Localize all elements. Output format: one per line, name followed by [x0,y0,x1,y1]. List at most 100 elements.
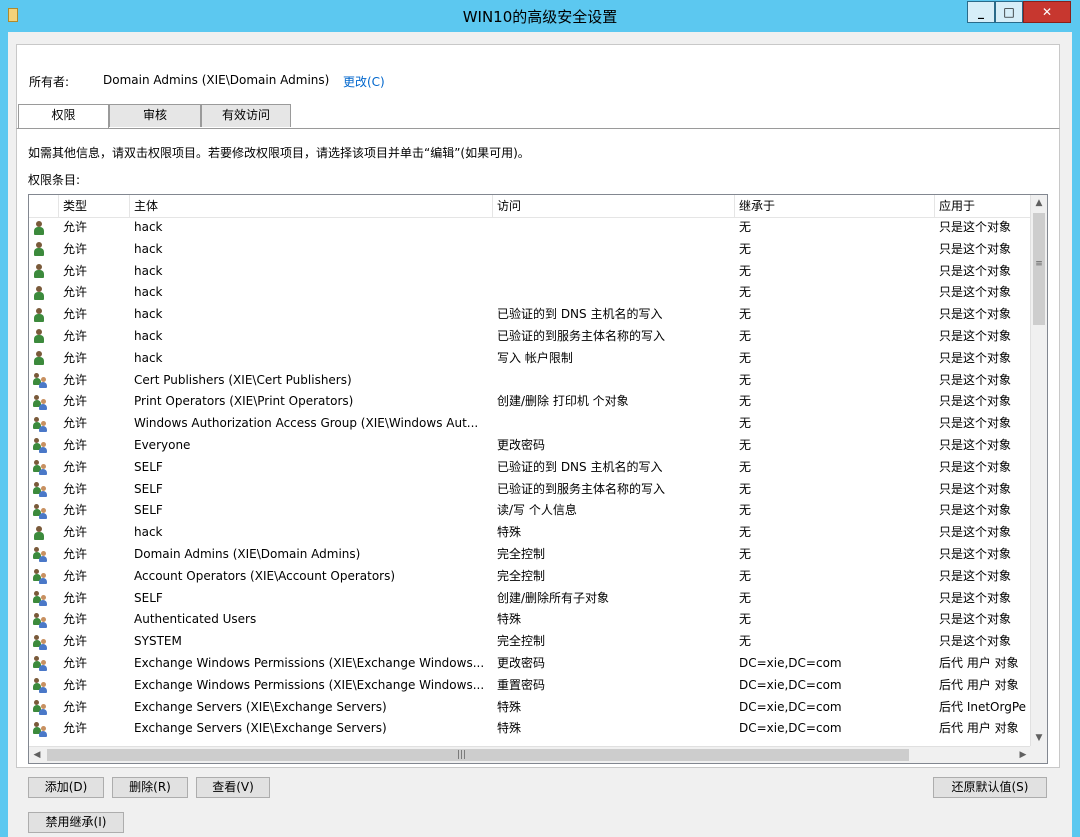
add-button[interactable]: 添加(D) [28,777,104,798]
table-row[interactable]: 允许 SELF 创建/删除所有子对象 无 只是这个对象 [29,588,1031,610]
header-access[interactable]: 访问 [493,195,735,217]
row-principal: Authenticated Users [134,612,257,627]
row-access: 特殊 [497,721,522,736]
user-icon [32,326,50,348]
change-owner-link[interactable]: 更改(C) [343,73,385,90]
table-row[interactable]: 允许 Domain Admins (XIE\Domain Admins) 完全控制 无… [29,544,1031,566]
user-icon [32,522,50,544]
table-row[interactable]: 允许 Cert Publishers (XIE\Cert Publishers) 无… [29,370,1031,392]
row-access: 特殊 [497,612,522,627]
row-type: 允许 [63,307,88,322]
table-row[interactable]: 允许 Account Operators (XIE\Account Operato… [29,566,1031,588]
remove-button[interactable]: 删除(R) [112,777,188,798]
horizontal-scrollbar[interactable]: ◀ ||| ▶ [29,746,1031,763]
row-inherited-from: 无 [739,546,752,561]
permission-entries-list[interactable]: 类型 主体 访问 继承于 应用于 允许 hack 无只是这个对象 允许 hack 无只是这… [28,194,1048,764]
row-inherited-from: DC=xie,DC=com [739,677,842,692]
permission-entries-label: 权限条目: [28,173,81,187]
group-icon [32,391,50,413]
row-inherited-from: 无 [739,590,752,605]
table-row[interactable]: 允许 hack 已验证的到服务主体名称的写入 无 只是这个对象 [29,326,1031,348]
title-bar: WIN10的高级安全设置 _ □ ✕ [0,0,1080,32]
row-type: 允许 [63,416,88,431]
row-applies-to: 只是这个对象 [939,612,1012,627]
row-type: 允许 [63,328,88,343]
close-button[interactable]: ✕ [1023,1,1071,23]
row-access: 已验证的到 DNS 主机名的写入 [497,459,663,474]
row-inherited-from: 无 [739,350,752,365]
vertical-scroll-thumb[interactable] [1033,213,1045,325]
row-inherited-from: 无 [739,394,752,409]
row-principal: Windows Authorization Access Group (XIE\… [134,416,479,431]
user-icon [32,261,50,283]
header-principal[interactable]: 主体 [130,195,493,217]
table-row[interactable]: 允许 Print Operators (XIE\Print Operators) 创… [29,391,1031,413]
scroll-up-arrow-icon[interactable]: ▲ [1031,195,1047,212]
table-row[interactable]: 允许 SELF 已验证的到服务主体名称的写入 无 只是这个对象 [29,479,1031,501]
row-access: 特殊 [497,699,522,714]
table-row[interactable]: 允许 SYSTEM 完全控制 无 只是这个对象 [29,631,1031,653]
scroll-left-arrow-icon[interactable]: ◀ [29,747,45,763]
row-applies-to: 只是这个对象 [939,634,1012,649]
view-button[interactable]: 查看(V) [196,777,270,798]
row-principal: Exchange Servers (XIE\Exchange Servers) [134,699,387,714]
header-inherited-from[interactable]: 继承于 [735,195,935,217]
row-inherited-from: 无 [739,307,752,322]
header-applies-to[interactable]: 应用于 [935,195,1031,217]
table-row[interactable]: 允许 hack 无 只是这个对象 [29,261,1031,283]
horizontal-scroll-thumb[interactable] [47,749,909,761]
tab-auditing[interactable]: 审核 [109,104,201,127]
table-row[interactable]: 允许 Exchange Windows Permissions (XIE\Exch… [29,653,1031,675]
minimize-button[interactable]: _ [967,1,995,23]
group-icon [32,675,50,697]
row-type: 允许 [63,437,88,452]
row-principal: hack [134,241,163,256]
header-type[interactable]: 类型 [59,195,130,217]
restore-defaults-button[interactable]: 还原默认值(S) [933,777,1047,798]
group-icon [32,653,50,675]
table-row[interactable]: 允许 hack 无 只是这个对象 [29,239,1031,261]
row-inherited-from: 无 [739,481,752,496]
table-row[interactable]: 允许 hack 特殊 无 只是这个对象 [29,522,1031,544]
row-type: 允许 [63,372,88,387]
table-row[interactable]: 允许 Exchange Servers (XIE\Exchange Servers… [29,697,1031,719]
table-row[interactable]: 允许 hack 写入 帐户限制 无 只是这个对象 [29,348,1031,370]
user-icon [32,304,50,326]
table-row[interactable]: 允许 hack 无 只是这个对象 [29,217,1031,239]
row-principal: Account Operators (XIE\Account Operators… [134,568,396,583]
group-icon [32,479,50,501]
header-icon-column [29,195,59,217]
scroll-right-arrow-icon[interactable]: ▶ [1015,747,1031,763]
table-row[interactable]: 允许 Authenticated Users 特殊 无 只是这个对象 [29,609,1031,631]
table-row[interactable]: 允许 Exchange Servers (XIE\Exchange Servers… [29,718,1031,740]
table-row[interactable]: 允许 hack 已验证的到 DNS 主机名的写入 无 只是这个对象 [29,304,1031,326]
table-row[interactable]: 允许 SELF 已验证的到 DNS 主机名的写入 无 只是这个对象 [29,457,1031,479]
row-inherited-from: 无 [739,220,752,234]
row-inherited-from: 无 [739,437,752,452]
row-inherited-from: 无 [739,241,752,256]
table-row[interactable]: 允许 Everyone 更改密码 无 只是这个对象 [29,435,1031,457]
group-icon [32,609,50,631]
row-access: 完全控制 [497,634,546,649]
table-row[interactable]: 允许 Exchange Windows Permissions (XIE\Exch… [29,675,1031,697]
group-icon [32,544,50,566]
vertical-scrollbar[interactable]: ▲ ≡ ▼ [1030,195,1047,747]
list-header: 类型 主体 访问 继承于 应用于 [29,195,1031,218]
row-type: 允许 [63,241,88,256]
row-type: 允许 [63,721,88,736]
row-applies-to: 只是这个对象 [939,220,1012,234]
table-row[interactable]: 允许 Windows Authorization Access Group (XI… [29,413,1031,435]
row-inherited-from: 无 [739,612,752,627]
table-row[interactable]: 允许 SELF 读/写 个人信息 无 只是这个对象 [29,500,1031,522]
table-row[interactable]: 允许 hack 无 只是这个对象 [29,282,1031,304]
tab-effective-access[interactable]: 有效访问 [201,104,291,127]
group-icon [32,566,50,588]
disable-inheritance-button[interactable]: 禁用继承(I) [28,812,124,833]
maximize-button[interactable]: □ [995,1,1023,23]
row-access: 重置密码 [497,677,546,692]
group-icon [32,697,50,719]
row-access: 完全控制 [497,546,546,561]
scroll-down-arrow-icon[interactable]: ▼ [1031,730,1047,747]
tab-permissions[interactable]: 权限 [18,104,109,128]
row-applies-to: 只是这个对象 [939,263,1012,278]
